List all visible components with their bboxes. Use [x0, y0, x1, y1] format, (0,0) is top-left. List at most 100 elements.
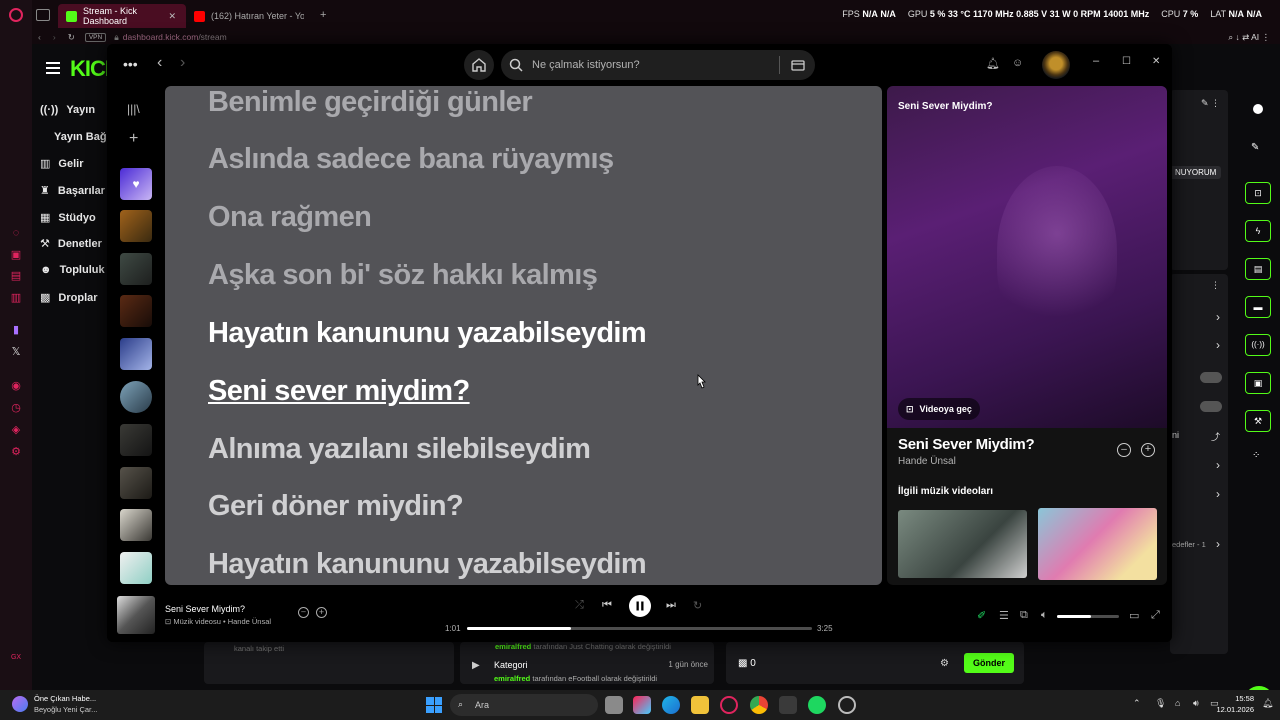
- chat-icon[interactable]: ▬: [1245, 296, 1271, 318]
- repeat-icon[interactable]: ↻: [693, 599, 702, 612]
- related-video-thumbnail[interactable]: [898, 510, 1027, 578]
- fullscreen-icon[interactable]: ⤢: [1151, 609, 1160, 622]
- store-icon[interactable]: [779, 696, 797, 714]
- lyric-line[interactable]: Aşka son bi' söz hakkı kalmış: [208, 259, 598, 292]
- network-icon[interactable]: ⌂: [1175, 698, 1180, 708]
- x-icon[interactable]: 𝕏: [9, 345, 23, 359]
- app-icon[interactable]: [838, 696, 856, 714]
- lyric-line[interactable]: Hayatın kanununu yazabilseydim: [208, 317, 647, 350]
- back-icon[interactable]: ‹: [38, 32, 41, 42]
- toggle-switch[interactable]: [1200, 372, 1222, 383]
- track-artist[interactable]: Hande Ünsal: [898, 456, 956, 467]
- spotify-icon[interactable]: [808, 696, 826, 714]
- playlist-item[interactable]: [120, 338, 152, 370]
- new-tab-icon[interactable]: +: [320, 9, 326, 21]
- track-title[interactable]: Seni Sever Miydim?: [898, 436, 1035, 453]
- close-icon[interactable]: ✕: [1152, 56, 1160, 67]
- clock-time[interactable]: 15:58: [1224, 694, 1254, 703]
- chevron-right-icon[interactable]: ›: [1216, 338, 1220, 352]
- now-playing-title[interactable]: Seni Sever Miydim?: [165, 604, 245, 614]
- album-art[interactable]: [117, 596, 155, 634]
- lyric-line[interactable]: Alnıma yazılanı silebilseydim: [208, 433, 591, 466]
- tab-youtube[interactable]: (162) Hatıran Yeter - YouTu: [186, 4, 314, 28]
- stats-icon[interactable]: ⤴: [1211, 430, 1220, 443]
- extensions-icon[interactable]: ◈: [9, 423, 23, 437]
- lyric-line[interactable]: Benimle geçirdiği günler: [208, 86, 533, 119]
- next-icon[interactable]: ⏭︎: [666, 599, 676, 612]
- search-bar[interactable]: Ne çalmak istiyorsun?: [501, 50, 815, 80]
- messenger-icon[interactable]: ▥: [9, 291, 23, 305]
- forward-icon[interactable]: ›: [180, 54, 185, 72]
- news-widget-icon[interactable]: [12, 696, 28, 712]
- lyric-line[interactable]: Hayatın kanununu yazabilseydim: [208, 548, 647, 581]
- task-view-icon[interactable]: [605, 696, 623, 714]
- mini-player-icon[interactable]: ▭: [1129, 609, 1139, 622]
- twitch-icon[interactable]: ▮: [9, 323, 23, 337]
- playlist-item[interactable]: [120, 424, 152, 456]
- add-icon[interactable]: +: [316, 607, 327, 618]
- chevron-right-icon[interactable]: ›: [1216, 487, 1220, 501]
- settings-icon[interactable]: ⚙: [9, 445, 23, 459]
- layout-icon[interactable]: ▣: [1245, 372, 1271, 394]
- wrench-icon[interactable]: ⚒: [1245, 410, 1271, 432]
- opera-gx-icon[interactable]: [720, 696, 738, 714]
- related-video-thumbnail[interactable]: [1038, 508, 1157, 580]
- toggle-switch[interactable]: [1200, 401, 1222, 412]
- nav-studyo[interactable]: ▦ Stüdyo: [40, 211, 96, 225]
- playlist-item[interactable]: [120, 509, 152, 541]
- playlist-item[interactable]: [120, 467, 152, 499]
- nav-yayin-baglantisi[interactable]: Yayın Bağl: [54, 131, 110, 143]
- player-icon[interactable]: ◉: [9, 379, 23, 393]
- progress-bar[interactable]: [467, 627, 812, 630]
- nav-topluluk[interactable]: ☻ Topluluk: [40, 264, 105, 276]
- info-icon[interactable]: [1253, 104, 1263, 114]
- remove-icon[interactable]: –: [298, 607, 309, 618]
- clock-date[interactable]: 12.01.2026: [1214, 705, 1254, 714]
- more-icon[interactable]: •••: [123, 56, 138, 72]
- edge-icon[interactable]: [662, 696, 680, 714]
- remove-icon[interactable]: –: [1117, 443, 1131, 457]
- forward-icon[interactable]: ›: [53, 32, 56, 42]
- send-button[interactable]: Gönder: [964, 653, 1014, 673]
- taskbar-search[interactable]: ⌕ Ara: [450, 694, 598, 716]
- gear-icon[interactable]: ⚙: [940, 658, 949, 669]
- tab-islands-icon[interactable]: [36, 9, 50, 21]
- playlist-item[interactable]: [120, 552, 152, 584]
- now-playing-view-icon[interactable]: ✐: [977, 609, 986, 622]
- mail-icon[interactable]: ▤: [9, 269, 23, 283]
- nav-droplar[interactable]: ▩ Droplar: [40, 291, 98, 305]
- speaker-icon[interactable]: 🔊︎: [1193, 698, 1199, 709]
- video-thumbnail[interactable]: [887, 86, 1167, 428]
- liked-songs-item[interactable]: ♥: [120, 168, 152, 200]
- start-icon[interactable]: [426, 697, 442, 713]
- friends-icon[interactable]: ☺: [1012, 57, 1023, 69]
- playlist-item[interactable]: [120, 253, 152, 285]
- add-icon[interactable]: +: [1141, 443, 1155, 457]
- search-input[interactable]: Ne çalmak istiyorsun?: [532, 59, 640, 71]
- home-button[interactable]: [464, 50, 494, 80]
- url-field[interactable]: dashboard.kick.com/stream: [123, 32, 227, 42]
- nav-basarilar[interactable]: ♜ Başarılar: [40, 184, 105, 198]
- nav-yayin[interactable]: ((·)) Yayın: [40, 104, 95, 116]
- tab-kick-dashboard[interactable]: Stream - Kick Dashboard ✕: [58, 4, 186, 28]
- reload-icon[interactable]: ↻: [68, 32, 75, 43]
- history-icon[interactable]: ◷: [9, 401, 23, 415]
- lyric-line[interactable]: Aslında sadece bana rüyaymış: [208, 143, 614, 176]
- edit-icon[interactable]: ✎ ⋮: [1201, 98, 1220, 109]
- shuffle-icon[interactable]: ⤮: [575, 599, 584, 612]
- volume-icon[interactable]: 🔈︎: [1041, 609, 1048, 622]
- queue-icon[interactable]: ☰: [999, 609, 1009, 622]
- playlist-item[interactable]: [120, 295, 152, 327]
- capture-icon[interactable]: ⊡: [1245, 182, 1271, 204]
- playlist-item[interactable]: [120, 210, 152, 242]
- nav-gelir[interactable]: ▥ Gelir: [40, 157, 83, 171]
- chevron-right-icon[interactable]: ›: [1216, 537, 1220, 551]
- pause-button[interactable]: [629, 595, 651, 617]
- lyric-line[interactable]: Ona rağmen: [208, 201, 372, 234]
- minimize-icon[interactable]: –: [1093, 55, 1099, 67]
- library-icon[interactable]: |||\: [127, 102, 140, 116]
- ai-button[interactable]: ⌕ ↓ ⇄ AI ⋮: [1228, 32, 1270, 43]
- avatar[interactable]: [1042, 51, 1070, 79]
- nav-denetler[interactable]: ⚒ Denetler: [40, 237, 102, 251]
- switch-to-video-button[interactable]: ⊡ Videoya geç: [898, 398, 980, 420]
